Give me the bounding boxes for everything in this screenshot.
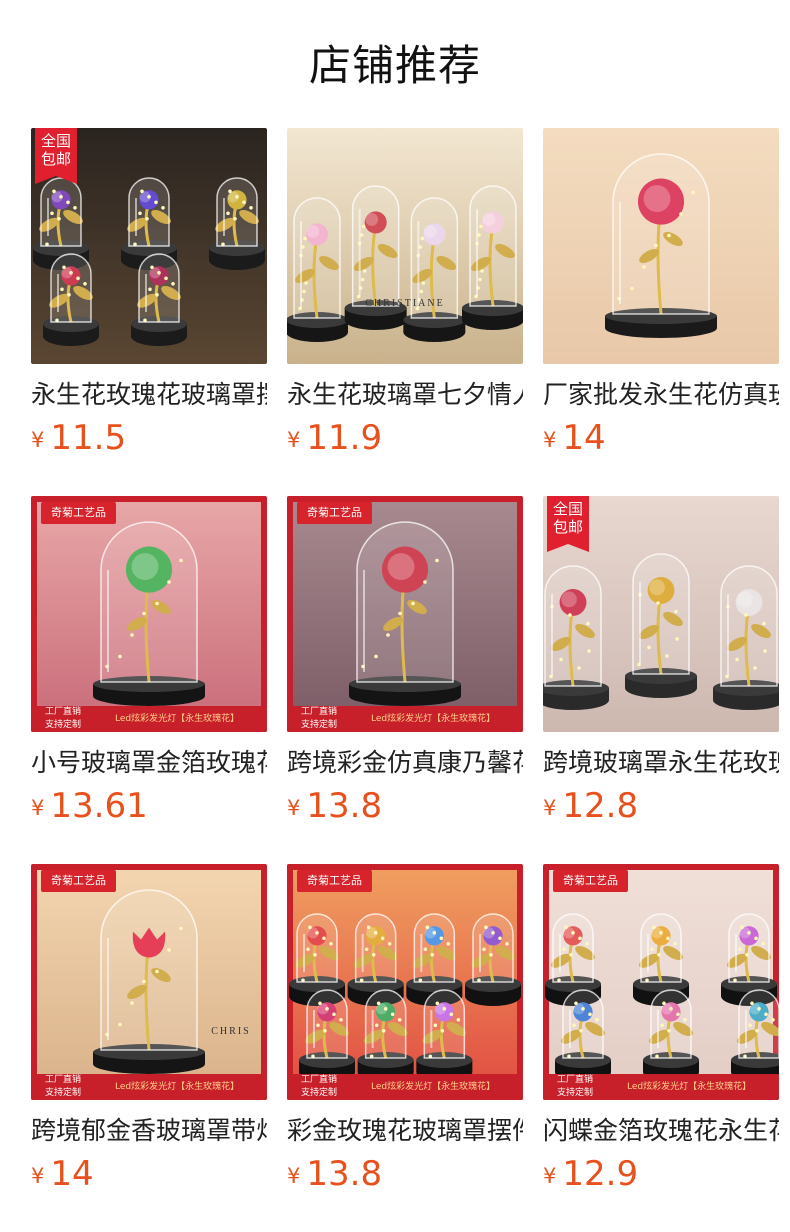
product-image[interactable]: 奇菊工艺品工厂直销 支持定制 Led炫彩发光灯【永生玫瑰花】 (287, 496, 523, 732)
price-value: 14 (50, 1154, 94, 1194)
product-name[interactable]: 永生花玫瑰花玻璃罩摆件 (31, 378, 267, 412)
promo-footer: 工厂直销 支持定制 Led炫彩发光灯【永生玫瑰花】 (31, 706, 267, 732)
currency-symbol: ¥ (287, 1164, 301, 1188)
brand-label: 奇菊工艺品 (297, 502, 372, 524)
price-value: 11.5 (50, 418, 127, 458)
product-card[interactable]: 奇菊工艺品工厂直销 支持定制 Led炫彩发光灯【永生玫瑰花】小号玻璃罩金箔玫瑰花灯… (31, 496, 267, 826)
promo-footer-right: Led炫彩发光灯【永生玫瑰花】 (371, 714, 496, 724)
currency-symbol: ¥ (543, 1164, 557, 1188)
promo-footer-right: Led炫彩发光灯【永生玫瑰花】 (627, 1082, 752, 1092)
product-name[interactable]: 跨境彩金仿真康乃馨花束 (287, 746, 523, 780)
free-shipping-badge: 全国包邮 (547, 496, 589, 552)
product-name[interactable]: 小号玻璃罩金箔玫瑰花灯 (31, 746, 267, 780)
product-card[interactable]: 奇菊工艺品工厂直销 支持定制 Led炫彩发光灯【永生玫瑰花】跨境彩金仿真康乃馨花束… (287, 496, 523, 826)
brand-label: 奇菊工艺品 (41, 502, 116, 524)
product-image[interactable]: 奇菊工艺品工厂直销 支持定制 Led炫彩发光灯【永生玫瑰花】 (31, 496, 267, 732)
glass-dome (605, 153, 717, 338)
currency-symbol: ¥ (287, 796, 301, 820)
product-image[interactable]: 奇菊工艺品工厂直销 支持定制 Led炫彩发光灯【永生玫瑰花】 (287, 864, 523, 1100)
product-price: ¥13.8 (287, 1154, 523, 1194)
glass-dome (713, 565, 779, 710)
product-price: ¥11.5 (31, 418, 267, 458)
currency-symbol: ¥ (543, 796, 557, 820)
promo-footer-right: Led炫彩发光灯【永生玫瑰花】 (115, 1082, 240, 1092)
price-value: 13.8 (306, 786, 383, 826)
price-value: 14 (562, 418, 606, 458)
product-price: ¥14 (543, 418, 779, 458)
promo-footer-left: 工厂直销 支持定制 (45, 1075, 82, 1098)
glass-dome (131, 253, 187, 346)
price-value: 12.8 (562, 786, 639, 826)
photo-text: CHRIS (211, 1026, 250, 1037)
promo-footer-left: 工厂直销 支持定制 (301, 707, 338, 730)
currency-symbol: ¥ (287, 428, 301, 452)
product-card[interactable]: 奇菊工艺品工厂直销 支持定制 Led炫彩发光灯【永生玫瑰花】彩金玫瑰花玻璃罩摆件 ¥… (287, 864, 523, 1194)
product-price: ¥13.8 (287, 786, 523, 826)
product-card[interactable]: 奇菊工艺品工厂直销 支持定制 Led炫彩发光灯【永生玫瑰花】闪蝶金箔玫瑰花永生花 ¥… (543, 864, 779, 1194)
glass-dome (403, 197, 466, 342)
glass-dome (357, 989, 414, 1082)
brand-label: 奇菊工艺品 (41, 870, 116, 892)
product-image[interactable]: CHRIS 奇菊工艺品工厂直销 支持定制 Led炫彩发光灯【永生玫瑰花】 (31, 864, 267, 1100)
glass-dome (43, 253, 99, 346)
glass-dome (543, 565, 609, 710)
currency-symbol: ¥ (31, 428, 45, 452)
product-price: ¥12.8 (543, 786, 779, 826)
promo-footer-left: 工厂直销 支持定制 (301, 1075, 338, 1098)
product-image[interactable]: 奇菊工艺品工厂直销 支持定制 Led炫彩发光灯【永生玫瑰花】 (543, 864, 779, 1100)
page-title: 店铺推荐 (308, 41, 481, 90)
promo-footer: 工厂直销 支持定制 Led炫彩发光灯【永生玫瑰花】 (287, 1074, 523, 1100)
promo-footer-left: 工厂直销 支持定制 (45, 707, 82, 730)
product-image[interactable]: 全国包邮 (31, 128, 267, 364)
free-shipping-badge: 全国包邮 (35, 128, 77, 184)
glass-dome (643, 989, 699, 1082)
price-value: 11.9 (306, 418, 383, 458)
glass-dome (462, 185, 523, 330)
product-image[interactable]: 全国包邮 (543, 496, 779, 732)
currency-symbol: ¥ (31, 796, 45, 820)
product-price: ¥14 (31, 1154, 267, 1194)
promo-footer: 工厂直销 支持定制 Led炫彩发光灯【永生玫瑰花】 (543, 1074, 779, 1100)
product-name[interactable]: 永生花玻璃罩七夕情人节 (287, 378, 523, 412)
glass-dome (209, 177, 265, 270)
promo-footer: 工厂直销 支持定制 Led炫彩发光灯【永生玫瑰花】 (31, 1074, 267, 1100)
currency-symbol: ¥ (31, 1164, 45, 1188)
price-value: 12.9 (562, 1154, 639, 1194)
glass-dome (555, 989, 611, 1082)
glass-dome (625, 553, 697, 698)
glass-dome (287, 197, 348, 342)
price-value: 13.61 (50, 786, 148, 826)
product-price: ¥13.61 (31, 786, 267, 826)
glass-dome (349, 521, 461, 706)
product-card[interactable]: 全国包邮跨境玻璃罩永生花玫瑰熊 ¥12.8 (543, 496, 779, 826)
product-name[interactable]: 跨境玻璃罩永生花玫瑰熊 (543, 746, 779, 780)
product-name[interactable]: 跨境郁金香玻璃罩带灯 (31, 1114, 267, 1148)
glass-dome (465, 913, 521, 1006)
promo-footer-right: Led炫彩发光灯【永生玫瑰花】 (371, 1082, 496, 1092)
promo-footer-right: Led炫彩发光灯【永生玫瑰花】 (115, 714, 240, 724)
product-name[interactable]: 厂家批发永生花仿真玫瑰 (543, 378, 779, 412)
product-card[interactable]: 厂家批发永生花仿真玫瑰 ¥14 (543, 128, 779, 458)
glass-dome (299, 989, 355, 1082)
product-image[interactable] (543, 128, 779, 364)
product-card[interactable]: 全国包邮永生花玫瑰花玻璃罩摆件 ¥11.5 (31, 128, 267, 458)
product-image[interactable]: CHRISTIANE (287, 128, 523, 364)
product-card[interactable]: CHRIS 奇菊工艺品工厂直销 支持定制 Led炫彩发光灯【永生玫瑰花】跨境郁金香玻… (31, 864, 267, 1194)
brand-label: 奇菊工艺品 (297, 870, 372, 892)
promo-footer-left: 工厂直销 支持定制 (557, 1075, 594, 1098)
currency-symbol: ¥ (543, 428, 557, 452)
glass-dome (416, 989, 473, 1082)
photo-text: CHRISTIANE (365, 298, 444, 309)
glass-dome (93, 521, 205, 706)
product-price: ¥11.9 (287, 418, 523, 458)
product-name[interactable]: 闪蝶金箔玫瑰花永生花 (543, 1114, 779, 1148)
promo-footer: 工厂直销 支持定制 Led炫彩发光灯【永生玫瑰花】 (287, 706, 523, 732)
brand-label: 奇菊工艺品 (553, 870, 628, 892)
glass-dome (93, 889, 205, 1074)
product-price: ¥12.9 (543, 1154, 779, 1194)
product-name[interactable]: 彩金玫瑰花玻璃罩摆件 (287, 1114, 523, 1148)
price-value: 13.8 (306, 1154, 383, 1194)
product-card[interactable]: CHRISTIANE 永生花玻璃罩七夕情人节 ¥11.9 (287, 128, 523, 458)
